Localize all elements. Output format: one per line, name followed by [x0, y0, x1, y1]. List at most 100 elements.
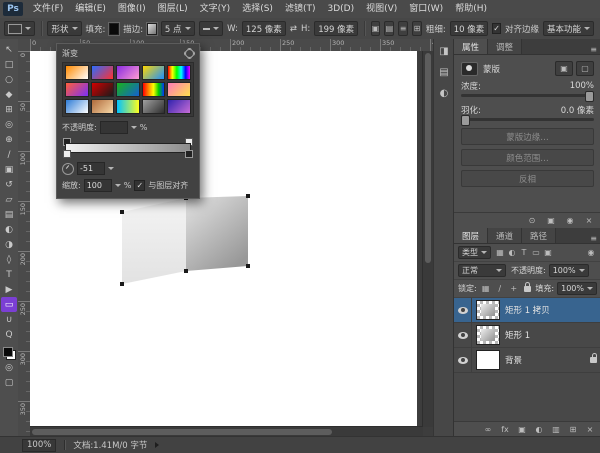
- filter-toggle-icon[interactable]: ◉: [585, 247, 597, 258]
- gradient-swatch[interactable]: [167, 99, 191, 114]
- new-group-icon[interactable]: ▥: [550, 424, 562, 435]
- add-layer-mask-icon[interactable]: ▣: [516, 424, 528, 435]
- tool-preset-picker[interactable]: [4, 21, 35, 36]
- gradient-swatch[interactable]: [65, 82, 89, 97]
- panel-menu-icon[interactable]: ≡: [586, 234, 600, 243]
- anchor-point[interactable]: [120, 210, 124, 214]
- menu-item[interactable]: 选择(S): [236, 0, 279, 18]
- layer-style-icon[interactable]: fx: [499, 424, 511, 435]
- menu-item[interactable]: 窗口(W): [403, 0, 449, 18]
- density-value[interactable]: 100%: [570, 81, 594, 91]
- vertical-scrollbar[interactable]: [422, 51, 433, 427]
- zoom-tool[interactable]: Q: [1, 327, 17, 342]
- foreground-background-swatches[interactable]: [3, 347, 16, 360]
- clone-stamp-tool[interactable]: ▣: [1, 162, 17, 177]
- angle-input[interactable]: -51: [77, 162, 105, 175]
- gradient-swatch[interactable]: [116, 65, 140, 80]
- density-slider[interactable]: [461, 94, 594, 97]
- brush-tool[interactable]: ∕: [1, 147, 17, 162]
- lock-transparency-icon[interactable]: ▦: [480, 283, 492, 294]
- stroke-color-swatch[interactable]: [147, 23, 157, 35]
- anchor-point[interactable]: [120, 282, 124, 286]
- anchor-point[interactable]: [184, 269, 188, 273]
- delete-layer-icon[interactable]: ⨯: [584, 424, 596, 435]
- foreground-color-swatch[interactable]: [3, 347, 13, 357]
- filter-shape-layers-icon[interactable]: ▭: [530, 247, 542, 258]
- lock-position-icon[interactable]: +: [508, 283, 520, 294]
- tab-properties[interactable]: 属性: [454, 39, 488, 54]
- panel-menu-icon[interactable]: ≡: [586, 45, 600, 54]
- visibility-toggle[interactable]: [454, 348, 472, 372]
- workspace-switcher[interactable]: 基本功能: [543, 21, 594, 36]
- vertical-scrollbar-thumb[interactable]: [425, 53, 431, 263]
- collapsed-panel-icon-1[interactable]: ◨: [437, 45, 451, 58]
- menu-item[interactable]: 图像(I): [112, 0, 152, 18]
- layers-tab[interactable]: 路径: [522, 228, 556, 243]
- gradient-tool[interactable]: ▤: [1, 207, 17, 222]
- gradient-swatch[interactable]: [167, 65, 191, 80]
- menu-item[interactable]: 文字(Y): [194, 0, 237, 18]
- eyedropper-tool[interactable]: ◎: [1, 117, 17, 132]
- gradient-swatch[interactable]: [142, 82, 166, 97]
- layer-thumbnail[interactable]: [476, 325, 500, 345]
- weight-input[interactable]: 10 像素: [450, 21, 489, 36]
- layer-row[interactable]: 矩形 1 拷贝: [454, 298, 600, 323]
- quick-mask-button[interactable]: ◎: [1, 360, 17, 375]
- screen-mode-button[interactable]: ▢: [1, 375, 17, 390]
- path-operations-button[interactable]: ▣: [371, 21, 381, 36]
- blur-tool[interactable]: ◐: [1, 222, 17, 237]
- fill-color-swatch[interactable]: [109, 23, 119, 35]
- gear-icon[interactable]: [185, 49, 194, 58]
- layer-row[interactable]: 矩形 1: [454, 323, 600, 348]
- move-tool[interactable]: ↖: [1, 42, 17, 57]
- menu-item[interactable]: 滤镜(T): [279, 0, 322, 18]
- healing-brush-tool[interactable]: ⊕: [1, 132, 17, 147]
- gradient-swatch[interactable]: [116, 82, 140, 97]
- marquee-tool[interactable]: □: [1, 57, 17, 72]
- layer-fill-input[interactable]: 100%: [557, 282, 597, 295]
- visibility-toggle[interactable]: [454, 298, 472, 322]
- gradient-editor-bar[interactable]: [62, 138, 194, 158]
- align-edges-checkbox[interactable]: ✓: [492, 23, 501, 34]
- feather-value[interactable]: 0.0 像素: [561, 104, 594, 116]
- rectangle-shape-tool[interactable]: ▭: [1, 297, 17, 312]
- zoom-level-input[interactable]: 100%: [22, 439, 56, 452]
- invert-button[interactable]: 反相: [461, 170, 594, 187]
- gradient-swatch[interactable]: [142, 65, 166, 80]
- align-with-layer-checkbox[interactable]: ✓: [134, 180, 145, 191]
- add-pixel-mask-button[interactable]: ▣: [555, 61, 573, 76]
- layers-tab[interactable]: 图层: [454, 228, 488, 243]
- enable-mask-icon[interactable]: ◉: [564, 215, 576, 226]
- angle-dial[interactable]: [62, 163, 74, 175]
- gradient-swatch[interactable]: [65, 65, 89, 80]
- lasso-tool[interactable]: ○: [1, 72, 17, 87]
- feather-slider[interactable]: [461, 118, 594, 121]
- shape-width-input[interactable]: 125 像素: [242, 21, 286, 36]
- add-vector-mask-button[interactable]: ▢: [576, 61, 594, 76]
- anchor-point[interactable]: [246, 264, 250, 268]
- gradient-swatch[interactable]: [116, 99, 140, 114]
- link-dimensions-icon[interactable]: ⇄: [290, 24, 297, 34]
- gradient-swatch[interactable]: [91, 65, 115, 80]
- eraser-tool[interactable]: ▱: [1, 192, 17, 207]
- type-tool[interactable]: T: [1, 267, 17, 282]
- path-alignment-button[interactable]: ▤: [384, 21, 394, 36]
- menu-item[interactable]: 文件(F): [27, 0, 69, 18]
- horizontal-scrollbar-thumb[interactable]: [32, 429, 332, 435]
- lock-pixels-icon[interactable]: ∕: [494, 283, 506, 294]
- layer-thumbnail[interactable]: [476, 350, 500, 370]
- blend-mode-select[interactable]: 正常: [458, 264, 506, 277]
- status-menu-arrow-icon[interactable]: [155, 442, 159, 448]
- layer-opacity-input[interactable]: 100%: [549, 264, 589, 277]
- color-stop[interactable]: [63, 150, 71, 158]
- filter-smart-object-icon[interactable]: ▣: [542, 247, 554, 258]
- dodge-tool[interactable]: ◑: [1, 237, 17, 252]
- color-range-button[interactable]: 颜色范围…: [461, 149, 594, 166]
- shape-height-input[interactable]: 199 像素: [314, 21, 358, 36]
- apply-mask-icon[interactable]: ▣: [545, 215, 557, 226]
- path-arrange-button[interactable]: ≡: [398, 21, 408, 36]
- layer-thumbnail[interactable]: [476, 300, 500, 320]
- density-slider-knob[interactable]: [585, 91, 594, 102]
- collapsed-panel-icon-3[interactable]: ◐: [437, 87, 451, 100]
- menu-item[interactable]: 图层(L): [152, 0, 194, 18]
